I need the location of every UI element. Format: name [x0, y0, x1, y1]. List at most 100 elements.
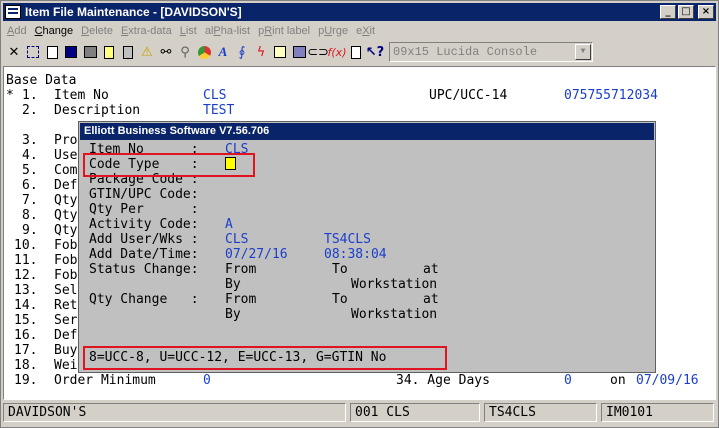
edit-icon[interactable]	[271, 42, 289, 62]
add-user-label: Add User/Wks :	[89, 232, 199, 247]
search-icon[interactable]: ⚲	[176, 42, 194, 62]
field-10-num: 10.	[14, 238, 38, 253]
macro-icon[interactable]	[290, 42, 308, 62]
field-12-num: 12.	[14, 268, 38, 283]
window-title: Item File Maintenance - [DAVIDSON'S]	[25, 5, 242, 19]
field-3-label: Pro	[54, 133, 78, 148]
qty-at-label: at	[423, 292, 439, 307]
field-2-value[interactable]: TEST	[203, 103, 234, 118]
attachment-icon[interactable]: ∮	[233, 42, 251, 62]
field-7-label: Qty	[54, 193, 78, 208]
font-icon[interactable]: A	[214, 42, 232, 62]
field-1-value[interactable]: CLS	[203, 88, 226, 103]
status-from-label: From	[225, 262, 257, 277]
qty-to-label: To	[332, 292, 348, 307]
cancel-icon[interactable]: ✕	[5, 42, 23, 62]
field-2-num: 2.	[22, 103, 38, 118]
upc-label: UPC/UCC-14	[429, 88, 508, 103]
new-document-icon[interactable]	[43, 42, 61, 62]
menu-exit[interactable]: eXit	[352, 25, 379, 37]
gtin-label: GTIN/UPC Code:	[89, 187, 199, 202]
field-12-label: Fob	[54, 268, 78, 283]
add-date-value: 07/27/16	[225, 247, 288, 262]
status-workstation: TS4CLS	[484, 403, 597, 422]
function-icon[interactable]: f(x)	[328, 42, 347, 62]
minimize-button[interactable]: _	[660, 5, 676, 19]
field-8-label: Qty	[54, 208, 78, 223]
menu-list[interactable]: List	[176, 25, 201, 37]
age-days-value[interactable]: 0	[564, 373, 572, 388]
calculator-icon[interactable]	[119, 42, 137, 62]
section-title: Base Data	[6, 73, 77, 88]
field-16-label: Def	[54, 328, 78, 343]
toolbar: ✕ ⚠ ⚯ ⚲ A ∮ ϟ ⊂⊃ f(x) ↖? 09x15 Lucida Co…	[3, 41, 716, 63]
qty-change-label: Qty Change :	[89, 292, 199, 307]
note-icon[interactable]	[100, 42, 118, 62]
chevron-down-icon[interactable]: ▼	[575, 44, 591, 60]
age-days-label: 34. Age Days	[396, 373, 490, 388]
lightning-icon[interactable]: ϟ	[252, 42, 270, 62]
field-1-num: 1.	[22, 88, 38, 103]
status-workstation-label: Workstation	[351, 277, 438, 292]
activity-code-value: A	[225, 217, 233, 232]
status-change-label: Status Change:	[89, 262, 199, 277]
status-at-label: at	[423, 262, 439, 277]
qty-per-label: Qty Per :	[89, 202, 199, 217]
field-4-label: Use	[54, 148, 78, 163]
font-select-value: 09x15 Lucida Console	[393, 45, 538, 59]
menu-extra-data[interactable]: Extra-data	[117, 25, 176, 37]
field-10-label: Fob	[54, 238, 78, 253]
add-time-value: 08:38:04	[324, 247, 387, 262]
field-13-num: 13.	[14, 283, 38, 298]
menu-add[interactable]: Add	[3, 25, 31, 37]
status-bar: DAVIDSON'S 001 CLS TS4CLS IM0101	[3, 403, 716, 425]
maximize-button[interactable]: □	[678, 5, 694, 19]
age-on-label: on	[610, 373, 626, 388]
field-19-num: 19.	[14, 373, 38, 388]
menu-alpha-list[interactable]: alPha-list	[201, 25, 254, 37]
link-icon[interactable]: ⊂⊃	[307, 42, 329, 62]
field-11-label: Fob	[54, 253, 78, 268]
help-line-highlight	[83, 346, 447, 370]
field-15-label: Ser	[54, 313, 78, 328]
settings-icon[interactable]	[81, 42, 99, 62]
add-date-label: Add Date/Time:	[89, 247, 199, 262]
field-7-num: 7.	[22, 193, 38, 208]
field-17-label: Buy	[54, 343, 78, 358]
select-icon[interactable]	[24, 42, 42, 62]
close-button[interactable]: ×	[698, 5, 714, 19]
menu-purge[interactable]: pUrge	[314, 25, 352, 37]
upc-value[interactable]: 075755712034	[564, 88, 658, 103]
code-type-dialog: Elliott Business Software V7.56.706 Item…	[78, 121, 656, 373]
field-2-label: Description	[54, 103, 141, 118]
alert-icon[interactable]: ⚠	[138, 42, 156, 62]
menu-print-label[interactable]: pRint label	[254, 25, 314, 37]
code-type-highlight	[83, 153, 255, 177]
menu-bar: Add Change Delete Extra-data List alPha-…	[3, 22, 716, 40]
menu-delete[interactable]: Delete	[77, 25, 117, 37]
field-18-num: 18.	[14, 358, 38, 373]
add-user-value: CLS	[225, 232, 249, 247]
binoculars-icon[interactable]: ⚯	[157, 42, 175, 62]
field-5-label: Com	[54, 163, 78, 178]
qty-workstation-label: Workstation	[351, 307, 438, 322]
field-15-num: 15.	[14, 313, 38, 328]
save-icon[interactable]	[62, 42, 80, 62]
field-4-num: 4.	[22, 148, 38, 163]
field-6-num: 6.	[22, 178, 38, 193]
field-11-num: 11.	[14, 253, 38, 268]
checklist-icon[interactable]	[347, 42, 365, 62]
status-company: DAVIDSON'S	[3, 403, 346, 422]
chrome-icon[interactable]	[195, 42, 213, 62]
field-6-label: Def	[54, 178, 78, 193]
font-select[interactable]: 09x15 Lucida Console ▼	[389, 42, 593, 62]
menu-change[interactable]: Change	[31, 25, 78, 37]
help-icon[interactable]: ↖?	[366, 42, 384, 62]
field-9-num: 9.	[22, 223, 38, 238]
qty-by-label: By	[225, 307, 241, 322]
field-14-label: Ret	[54, 298, 78, 313]
qty-from-label: From	[225, 292, 257, 307]
age-on-date[interactable]: 07/09/16	[636, 373, 699, 388]
dialog-title: Elliott Business Software V7.56.706	[80, 123, 654, 140]
field-19-value[interactable]: 0	[203, 373, 211, 388]
